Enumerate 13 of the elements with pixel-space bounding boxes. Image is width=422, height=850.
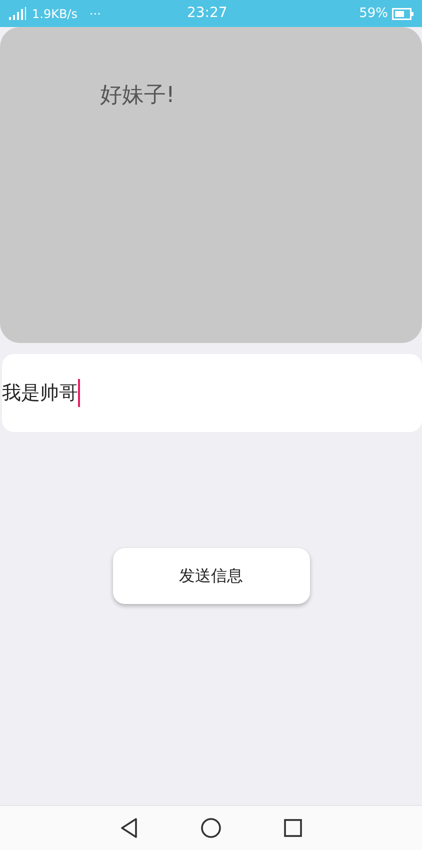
recents-icon[interactable] bbox=[284, 819, 302, 837]
send-button[interactable]: 发送信息 bbox=[112, 548, 310, 604]
clock: 23:27 bbox=[186, 4, 228, 23]
input-text: 我是帅哥 bbox=[2, 380, 78, 406]
signal-icon bbox=[8, 6, 28, 20]
home-icon[interactable] bbox=[201, 818, 221, 838]
input-field[interactable]: 我是帅哥 bbox=[2, 354, 422, 432]
battery-icon bbox=[392, 8, 414, 20]
battery-percent: 59% bbox=[359, 4, 388, 23]
message-text: 好妹子! bbox=[100, 83, 175, 108]
network-speed: 1.9KB/s bbox=[32, 6, 78, 22]
back-icon[interactable] bbox=[120, 818, 138, 838]
more-indicator: ··· bbox=[89, 6, 101, 22]
